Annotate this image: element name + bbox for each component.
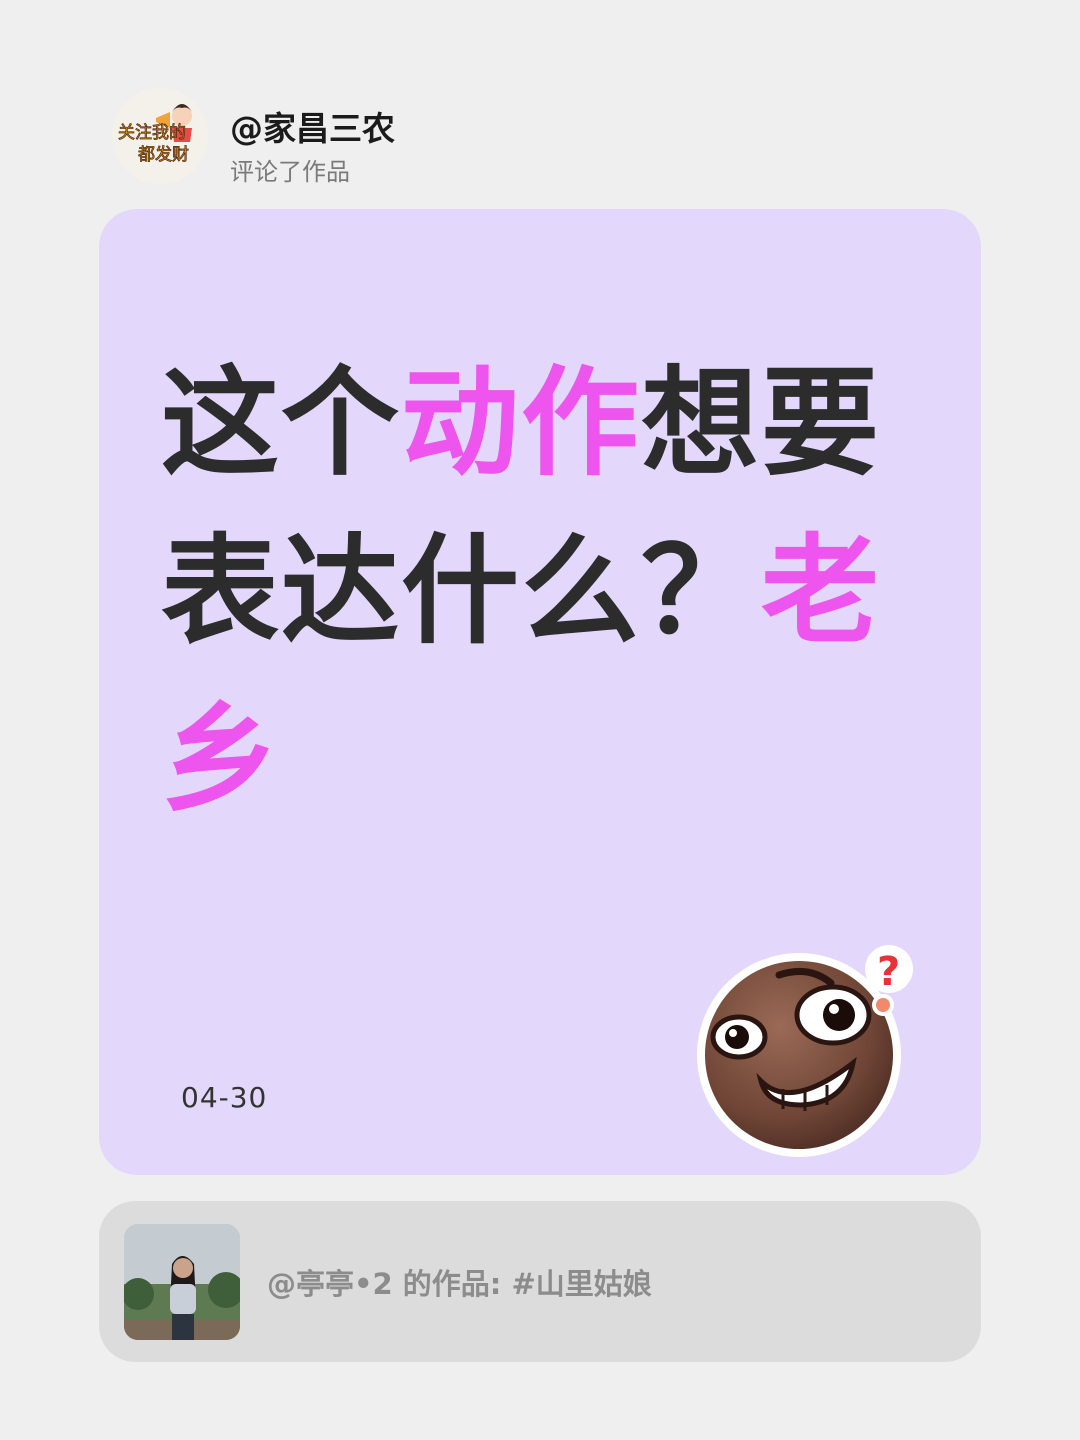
original-work-bar[interactable]: @亭亭•2 的作品: #山里姑娘 [99, 1201, 981, 1362]
author-username[interactable]: @家昌三农 [230, 102, 395, 150]
comment-card: 这个动作想要表达什么？老乡 04-30 ? [99, 209, 981, 1175]
comment-date: 04-30 [181, 1081, 268, 1114]
svg-text:都发财: 都发财 [138, 145, 189, 165]
work-title[interactable]: @亭亭•2 的作品: #山里姑娘 [267, 1261, 652, 1303]
svg-text:关注我的: 关注我的 [118, 123, 186, 143]
comment-action-label: 评论了作品 [230, 158, 350, 186]
svg-text:?: ? [877, 949, 900, 995]
author-avatar[interactable]: 关注我的 都发财 [112, 88, 208, 184]
comment-segment: 这个 [161, 354, 402, 492]
comment-text: 这个动作想要表达什么？老乡 [161, 339, 921, 843]
comment-header: 关注我的 都发财 @家昌三农 评论了作品 [112, 88, 812, 186]
work-thumbnail[interactable] [124, 1224, 240, 1340]
comment-highlight: 动作 [401, 354, 642, 492]
grinning-confused-emoji-icon: ? [691, 929, 923, 1161]
